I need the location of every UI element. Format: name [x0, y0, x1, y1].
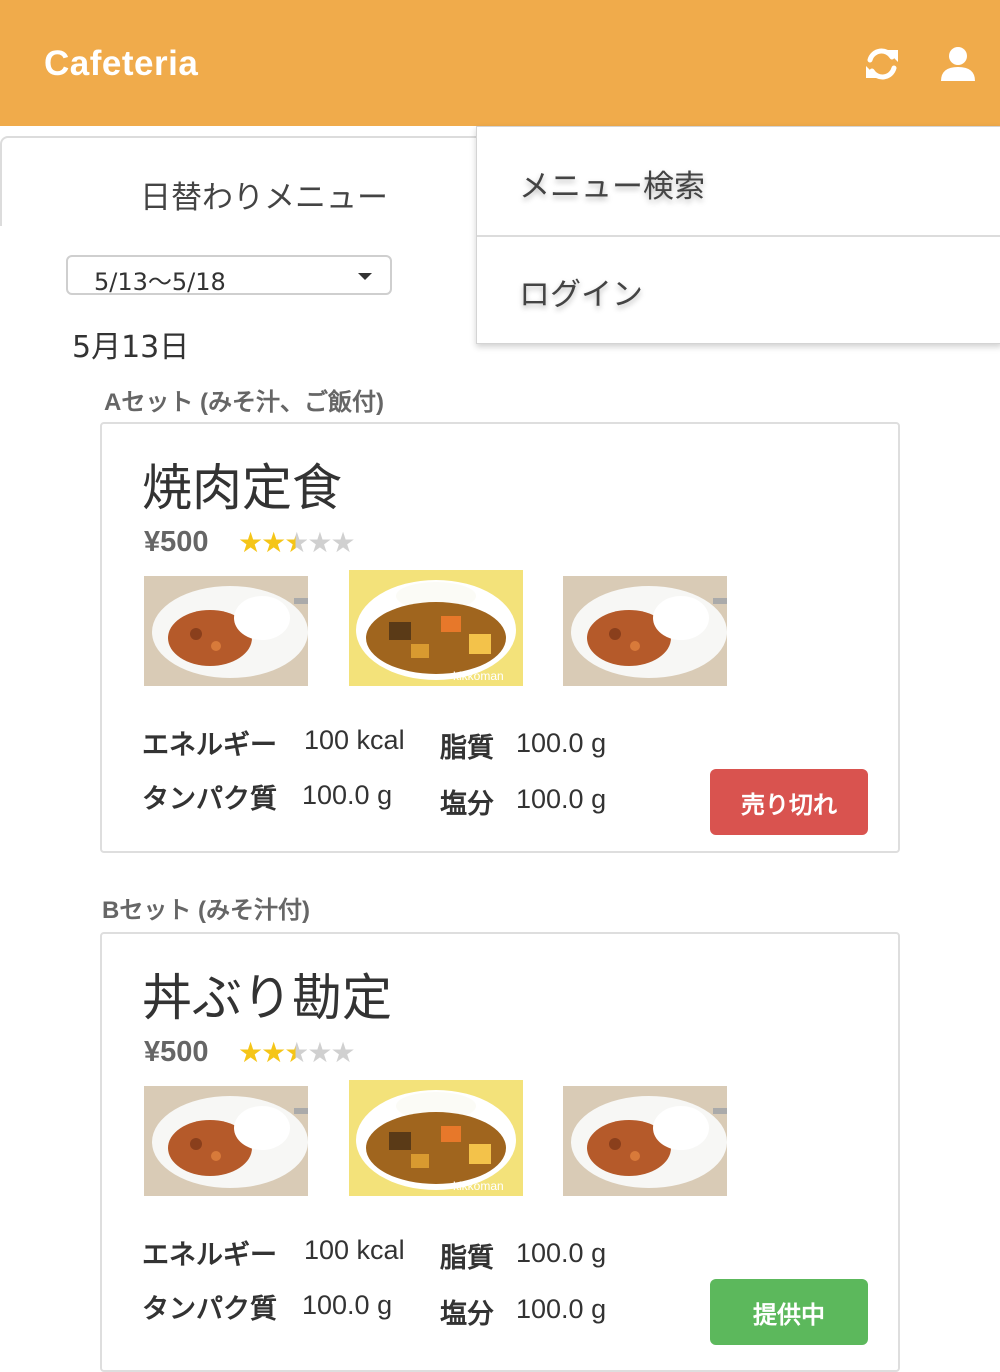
menu-card-b: 丼ぶり勘定 ¥500 ★★★★★ kikkoman エネルギー 100 kcal…: [100, 932, 900, 1372]
menu-item-search[interactable]: メニュー検索: [477, 127, 1000, 237]
user-icon[interactable]: [938, 44, 978, 84]
menu-card-a: 焼肉定食 ¥500 ★★★★★ kikkoman エネルギー 100 kcal …: [100, 422, 900, 853]
energy-value: 100 kcal: [304, 1235, 405, 1265]
menu-item-login-label: ログイン: [519, 277, 643, 313]
menu-price: ¥500: [144, 526, 209, 558]
tab-daily-menu-label: 日替わりメニュー: [140, 180, 388, 216]
menu-price: ¥500: [144, 1036, 209, 1068]
salt-label: 塩分: [440, 1299, 494, 1330]
set-a-label: Aセット (みそ汁、ご飯付): [104, 389, 384, 416]
header-dropdown-menu: メニュー検索 ログイン: [476, 126, 1000, 344]
food-photo[interactable]: kikkoman: [349, 570, 523, 686]
protein-value: 100.0 g: [302, 1290, 393, 1320]
salt-value: 100.0 g: [516, 784, 607, 814]
energy-label: エネルギー: [142, 730, 277, 761]
menu-item-login[interactable]: ログイン: [477, 235, 1000, 343]
protein-label: タンパク質: [142, 784, 277, 815]
star-icon: ★: [238, 1036, 263, 1069]
menu-date: 5月13日: [72, 330, 190, 365]
tab-daily-menu[interactable]: 日替わりメニュー: [0, 136, 535, 226]
app-header: Cafeteria: [0, 0, 1000, 126]
chevron-down-icon: [358, 273, 372, 280]
star-empty-icon: ★: [330, 1036, 355, 1069]
set-b-label: Bセット (みそ汁付): [102, 897, 310, 924]
refresh-icon[interactable]: [862, 44, 902, 84]
fat-label: 脂質: [440, 1243, 494, 1274]
food-photo[interactable]: [563, 576, 727, 686]
salt-label: 塩分: [440, 789, 494, 820]
star-empty-icon: ★: [307, 526, 332, 559]
star-empty-icon: ★: [330, 526, 355, 559]
energy-value: 100 kcal: [304, 725, 405, 755]
food-photo[interactable]: [144, 576, 308, 686]
status-button-available[interactable]: 提供中: [710, 1279, 868, 1345]
food-photo[interactable]: [563, 1086, 727, 1196]
fat-value: 100.0 g: [516, 1238, 607, 1268]
fat-label: 脂質: [440, 733, 494, 764]
menu-name: 丼ぶり勘定: [142, 969, 392, 1027]
protein-label: タンパク質: [142, 1294, 277, 1325]
week-select-value: 5/13〜5/18: [94, 268, 226, 296]
photo-watermark: kikkoman: [453, 1179, 504, 1193]
protein-value: 100.0 g: [302, 780, 393, 810]
app-brand[interactable]: Cafeteria: [44, 44, 198, 84]
photo-watermark: kikkoman: [453, 669, 504, 683]
star-icon: ★: [261, 1036, 286, 1069]
star-half-icon: ★: [284, 1036, 309, 1069]
energy-label: エネルギー: [142, 1240, 277, 1271]
star-icon: ★: [238, 526, 263, 559]
rating-stars: ★★★★★: [238, 1036, 356, 1069]
menu-name: 焼肉定食: [142, 459, 342, 517]
star-empty-icon: ★: [307, 1036, 332, 1069]
salt-value: 100.0 g: [516, 1294, 607, 1324]
star-half-icon: ★: [284, 526, 309, 559]
week-select[interactable]: 5/13〜5/18: [66, 255, 392, 296]
food-photo[interactable]: [144, 1086, 308, 1196]
star-icon: ★: [261, 526, 286, 559]
status-button-sold-out[interactable]: 売り切れ: [710, 769, 868, 835]
food-photo[interactable]: kikkoman: [349, 1080, 523, 1196]
rating-stars: ★★★★★: [238, 526, 356, 559]
menu-item-search-label: メニュー検索: [519, 169, 705, 205]
fat-value: 100.0 g: [516, 728, 607, 758]
